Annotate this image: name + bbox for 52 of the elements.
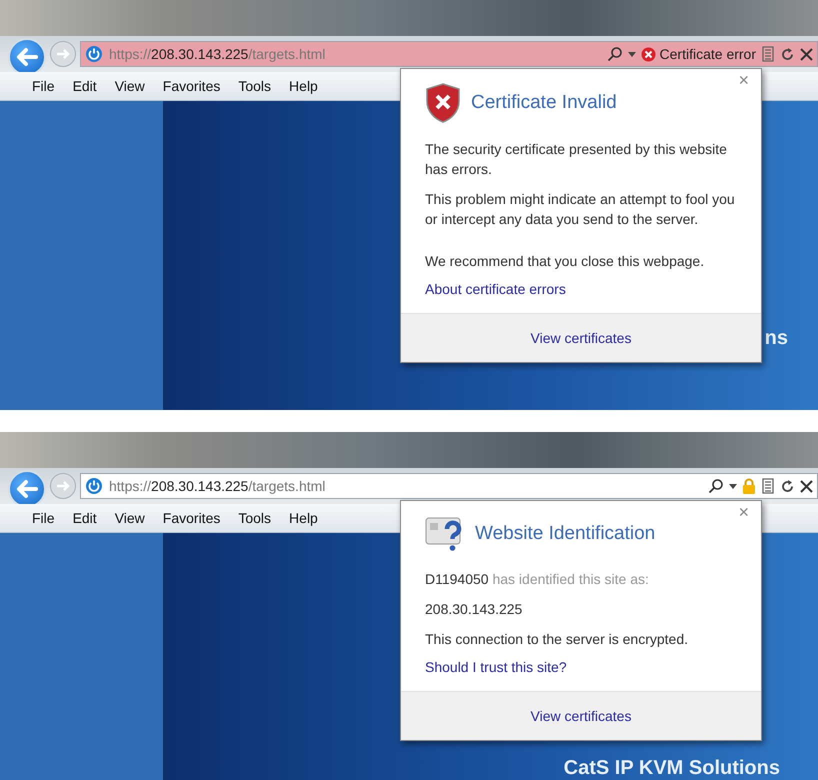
- menu-item[interactable]: Favorites: [160, 76, 222, 96]
- error-icon: [640, 46, 656, 62]
- stop-icon[interactable]: [800, 48, 813, 60]
- forward-arrow-icon: [56, 480, 70, 492]
- banner-text: ns: [764, 327, 788, 350]
- menu-item[interactable]: Favorites: [160, 508, 222, 528]
- caret-icon[interactable]: [628, 52, 636, 56]
- menu-item[interactable]: View: [112, 76, 147, 96]
- menu-item[interactable]: Edit: [70, 508, 99, 528]
- help-link[interactable]: Should I trust this site?: [425, 659, 567, 675]
- banner-text: CatS IP KVM Solutions: [564, 757, 780, 780]
- page-icon: [85, 45, 103, 63]
- menu-item[interactable]: Edit: [70, 76, 99, 96]
- menu-item[interactable]: Help: [287, 508, 320, 528]
- url-text: https://208.30.143.225/targets.html: [109, 46, 326, 62]
- refresh-icon[interactable]: [780, 46, 795, 62]
- menu-item[interactable]: Tools: [236, 508, 274, 528]
- popup-title: Certificate Invalid: [471, 92, 617, 114]
- popup-text: This connection to the server is encrypted.: [425, 630, 690, 649]
- forward-arrow-icon: [56, 48, 70, 60]
- address-bar[interactable]: https://208.30.143.225/targets.html Certificate error: [80, 41, 818, 67]
- site-address: 208.30.143.225: [425, 600, 524, 619]
- menu-item[interactable]: File: [30, 76, 57, 96]
- certificate-error-button[interactable]: Certificate error: [640, 46, 756, 62]
- close-button[interactable]: ×: [736, 71, 751, 89]
- shield-error-icon: [425, 83, 461, 123]
- view-certificates-button[interactable]: View certificates: [522, 326, 640, 350]
- address-bar[interactable]: https://208.30.143.225/targets.html: [80, 473, 818, 499]
- popup-text: We recommend that you close this webpage.: [425, 252, 706, 271]
- search-icon[interactable]: [606, 46, 623, 62]
- url-text: https://208.30.143.225/targets.html: [109, 478, 326, 494]
- popup-text: The security certificate presented by this website has errors.: [425, 140, 728, 179]
- compatibility-icon[interactable]: [761, 46, 775, 62]
- help-link[interactable]: About certificate errors: [425, 281, 566, 297]
- stop-icon[interactable]: [800, 480, 813, 492]
- refresh-icon[interactable]: [780, 478, 795, 494]
- menu-item[interactable]: File: [30, 508, 57, 528]
- view-certificates-button[interactable]: View certificates: [522, 704, 640, 728]
- search-icon[interactable]: [708, 478, 724, 494]
- menu-item[interactable]: View: [112, 508, 147, 528]
- caret-icon[interactable]: [729, 484, 737, 488]
- popup-title: Website Identification: [475, 523, 656, 545]
- popup-text: This problem might indicate an attempt to fool you or intercept any data you send to the server.: [425, 190, 736, 229]
- menu-item[interactable]: Help: [287, 76, 320, 96]
- back-arrow-icon: [16, 47, 38, 67]
- menu-item[interactable]: Tools: [236, 76, 274, 96]
- page-icon: [85, 477, 103, 495]
- back-arrow-icon: [16, 479, 38, 499]
- compatibility-icon[interactable]: [761, 478, 775, 494]
- identifier-text: D1194050 has identified this site as:: [425, 570, 650, 589]
- close-button[interactable]: ×: [736, 503, 751, 521]
- certificate-error-label: Certificate error: [660, 46, 756, 62]
